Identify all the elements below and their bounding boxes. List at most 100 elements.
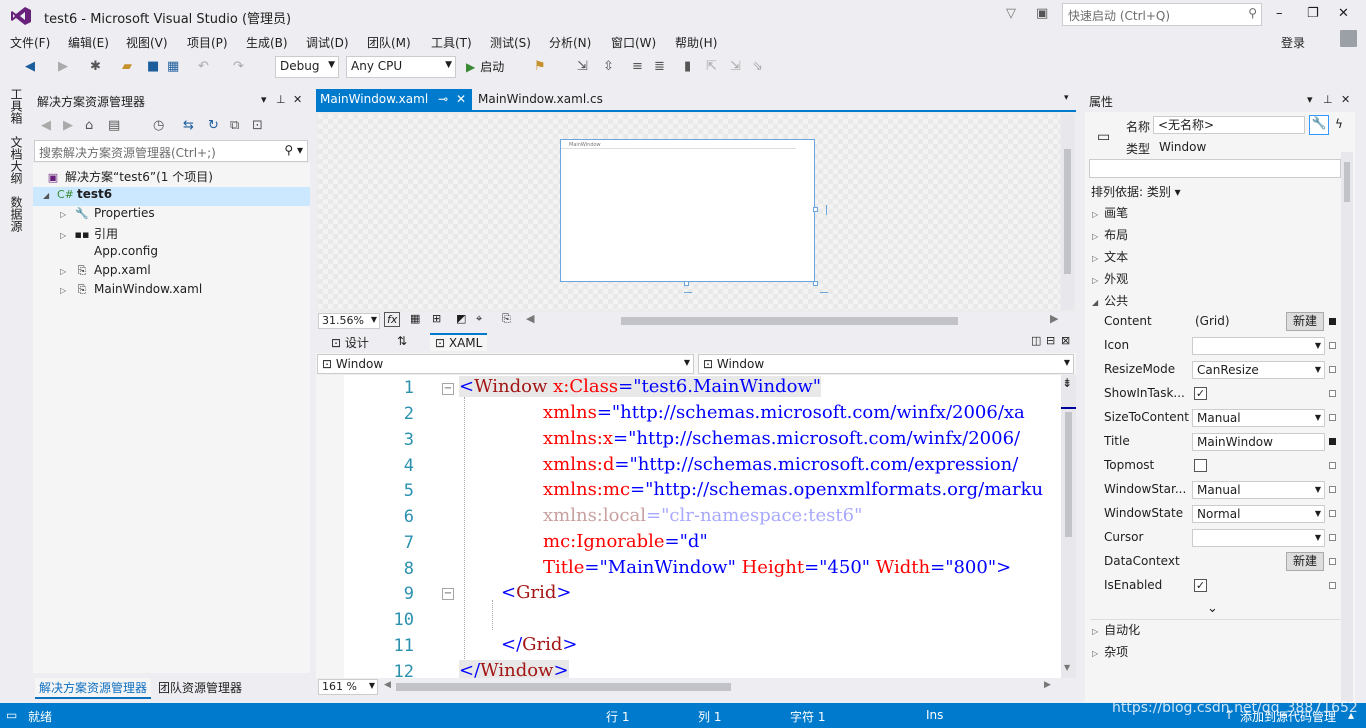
close-icon[interactable]: ✕ xyxy=(1341,93,1350,106)
tab-team-explorer[interactable]: 团队资源管理器 xyxy=(154,678,246,697)
datacontext-new-button[interactable]: 新建 xyxy=(1286,552,1325,571)
resizemode-select[interactable]: CanResize ▼ xyxy=(1192,361,1325,379)
menu-team[interactable]: 团队(M) xyxy=(367,34,411,51)
scroll-left-icon[interactable]: ◀ xyxy=(384,680,391,690)
swap-panes-button[interactable]: ⇅ xyxy=(392,333,412,349)
designer-vertical-scrollbar[interactable] xyxy=(1061,114,1074,310)
refresh-icon[interactable]: ↻ xyxy=(208,118,219,133)
quick-launch-input[interactable]: 快速启动 (Ctrl+Q) ⚲ xyxy=(1062,3,1262,26)
menu-window[interactable]: 窗口(W) xyxy=(611,34,656,51)
property-marker[interactable] xyxy=(1329,462,1336,469)
split-handle-icon[interactable]: ⇟ xyxy=(1062,376,1072,390)
data-sources-tab[interactable]: 数据源 xyxy=(8,196,25,232)
properties-scrollbar[interactable] xyxy=(1341,152,1353,702)
resize-handle[interactable] xyxy=(813,281,818,286)
fold-collapse-icon[interactable]: − xyxy=(442,588,454,600)
tab-mainwindow-xaml-cs[interactable]: MainWindow.xaml.cs xyxy=(474,89,607,110)
events-lightning-icon[interactable]: ϟ xyxy=(1335,117,1343,131)
topmost-checkbox[interactable] xyxy=(1194,459,1207,472)
properties-wrench-icon[interactable]: 🔧 xyxy=(1309,115,1329,135)
show-all-files-icon[interactable]: ⊡ xyxy=(252,118,263,133)
tab-solution-explorer[interactable]: 解决方案资源管理器 xyxy=(35,678,152,699)
pending-changes-icon[interactable]: ◷ xyxy=(153,118,164,133)
dropdown-icon[interactable]: ▾ xyxy=(261,93,267,106)
home-icon[interactable]: ⌂ xyxy=(85,118,93,133)
sizetocontent-select[interactable]: Manual ▼ xyxy=(1192,409,1325,427)
scroll-left-icon[interactable]: ◀ xyxy=(526,312,534,325)
close-button[interactable]: ✕ xyxy=(1338,6,1349,21)
tab-design[interactable]: ⊡ 设计 xyxy=(326,333,374,352)
property-search-input[interactable] xyxy=(1089,159,1341,178)
editor-vertical-scrollbar[interactable]: ⇟ ▼ xyxy=(1061,375,1076,678)
menu-analyze[interactable]: 分析(N) xyxy=(549,34,591,51)
browser-link-icon[interactable]: ⚑ xyxy=(534,59,546,74)
element-selector-left[interactable]: ⊡ Window ▼ xyxy=(317,354,694,374)
menu-tools[interactable]: 工具(T) xyxy=(431,34,472,51)
property-marker[interactable] xyxy=(1329,534,1336,541)
tree-item-app-config[interactable]: App.config xyxy=(60,244,158,263)
collapse-all-icon[interactable]: ⧉ xyxy=(230,118,239,133)
vertical-split-icon[interactable]: ◫ xyxy=(1031,334,1041,347)
back-icon[interactable]: ◀ xyxy=(25,59,35,74)
category-misc[interactable]: ▷ 杂项 xyxy=(1092,643,1128,660)
forward-icon[interactable]: ▶ xyxy=(58,59,68,74)
login-link[interactable]: 登录 xyxy=(1281,34,1305,51)
chevron-down-icon[interactable]: ▾ xyxy=(1064,93,1069,103)
redo-icon[interactable]: ↷ xyxy=(233,59,244,74)
config-select[interactable]: Debug ▼ xyxy=(275,56,339,78)
tree-item-references[interactable]: ▷ ▪▪ 引用 xyxy=(60,225,118,244)
scroll-right-icon[interactable]: ▶ xyxy=(1044,680,1051,690)
next-bookmark-icon[interactable]: ⇲ xyxy=(730,59,741,74)
property-marker[interactable] xyxy=(1329,318,1336,325)
menu-test[interactable]: 测试(S) xyxy=(490,34,531,51)
dropdown-icon[interactable]: ▾ xyxy=(1307,93,1313,106)
save-all-icon[interactable]: ▦ xyxy=(167,59,179,74)
project-code-icon[interactable]: ⎘ xyxy=(502,312,511,326)
resize-handle[interactable] xyxy=(684,281,689,286)
menu-view[interactable]: 视图(V) xyxy=(126,34,168,51)
isenabled-checkbox[interactable]: ✓ xyxy=(1194,579,1207,592)
menu-project[interactable]: 项目(P) xyxy=(187,34,228,51)
hierarchy-icon[interactable]: ⇳ xyxy=(603,59,614,74)
step-icon[interactable]: ⇲ xyxy=(577,59,588,74)
property-marker[interactable] xyxy=(1329,558,1336,565)
menu-build[interactable]: 生成(B) xyxy=(246,34,288,51)
show-advanced-chevron-icon[interactable]: ⌄ xyxy=(1207,601,1218,616)
category-appearance[interactable]: ▷ 外观 xyxy=(1092,270,1128,287)
tree-item-properties[interactable]: ▷ 🔧 Properties xyxy=(60,206,155,225)
tab-mainwindow-xaml[interactable]: MainWindow.xaml ⊸ ✕ xyxy=(316,89,472,110)
editor-horizontal-thumb[interactable] xyxy=(396,683,731,691)
scroll-thumb[interactable] xyxy=(1344,162,1350,202)
property-marker[interactable] xyxy=(1329,342,1336,349)
new-project-icon[interactable]: ✱ xyxy=(90,59,101,74)
element-selector-right[interactable]: ⊡ Window ▼ xyxy=(698,354,1074,374)
comment-icon[interactable]: ≡ xyxy=(632,59,643,74)
sync-icon[interactable]: ⇆ xyxy=(183,118,194,133)
artboard-icon[interactable]: ◩ xyxy=(456,312,466,325)
category-text[interactable]: ▷ 文本 xyxy=(1092,248,1128,265)
window-preview[interactable]: MainWindow xyxy=(560,139,815,282)
category-brush[interactable]: ▷ 画笔 xyxy=(1092,204,1128,221)
name-input[interactable]: <无名称> xyxy=(1153,116,1305,134)
cursor-select[interactable]: ▼ xyxy=(1192,529,1325,547)
scroll-right-icon[interactable]: ▶ xyxy=(1050,312,1058,325)
scroll-thumb[interactable] xyxy=(1064,149,1071,274)
scroll-down-icon[interactable]: ▼ xyxy=(1064,663,1070,672)
resize-handle[interactable] xyxy=(813,207,818,212)
start-button[interactable]: ▶ 启动 xyxy=(466,58,504,75)
pin-icon[interactable]: ⊥ xyxy=(1323,93,1333,106)
grid-icon[interactable]: ▦ xyxy=(410,312,420,325)
maximize-button[interactable]: ❐ xyxy=(1307,6,1319,21)
category-common[interactable]: ◢ 公共 xyxy=(1092,292,1128,309)
sort-by-dropdown[interactable]: 排列依据: 类别 ▾ xyxy=(1091,183,1181,200)
property-marker[interactable] xyxy=(1329,582,1336,589)
property-marker[interactable] xyxy=(1329,510,1336,517)
content-new-button[interactable]: 新建 xyxy=(1286,312,1325,331)
showintaskbar-checkbox[interactable]: ✓ xyxy=(1194,387,1207,400)
tree-item-solution[interactable]: ▣ 解决方案“test6”(1 个项目) xyxy=(45,168,213,187)
undo-icon[interactable]: ↶ xyxy=(198,59,209,74)
property-marker[interactable] xyxy=(1329,486,1336,493)
minimize-button[interactable]: – xyxy=(1276,6,1283,21)
menu-debug[interactable]: 调试(D) xyxy=(306,34,349,51)
icon-select[interactable]: ▼ xyxy=(1192,337,1325,355)
